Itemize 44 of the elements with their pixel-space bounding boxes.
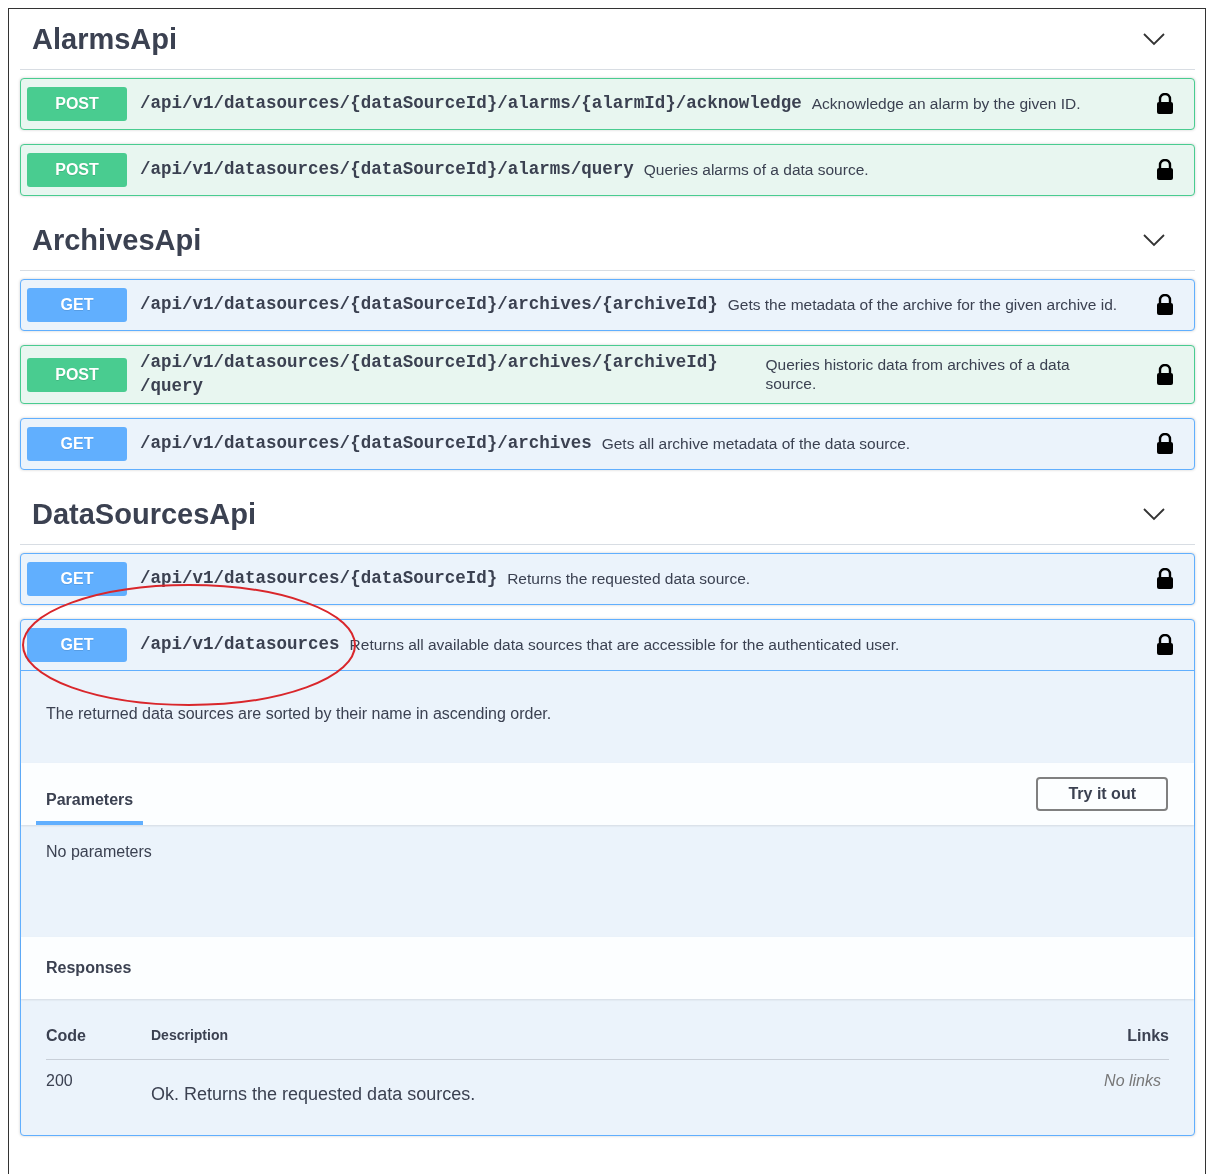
response-code: 200 <box>46 1072 74 1091</box>
lock-icon[interactable] <box>1156 294 1174 316</box>
endpoint-path[interactable]: /api/v1/datasources/{dataSourceId}/archives/{archiveId} <box>127 293 728 317</box>
section-title[interactable]: ArchivesApi <box>32 223 202 257</box>
endpoint-summary: Acknowledge an alarm by the given ID. <box>811 94 1082 114</box>
method-badge: GET <box>27 562 127 597</box>
endpoint-path[interactable]: /api/v1/datasources/{dataSourceId}/archives <box>127 432 602 457</box>
chevron-icon[interactable] <box>1143 233 1165 247</box>
section-title[interactable]: AlarmsApi <box>32 22 178 56</box>
endpoint-path[interactable]: /api/v1/datasources <box>127 633 350 658</box>
method-badge: POST <box>27 357 127 392</box>
column-header: Links <box>1126 1027 1169 1046</box>
no-parameters-text: No parameters <box>46 843 152 861</box>
endpoint-summary: Gets the metadata of the archive for the given archive id. <box>727 295 1119 315</box>
response-description: Ok. Returns the requested data sources. <box>151 1084 477 1106</box>
try-it-out-button[interactable]: Try it out <box>1036 777 1168 812</box>
lock-icon[interactable] <box>1156 568 1174 591</box>
endpoint-summary: Queries alarms of a data source. <box>643 160 870 180</box>
endpoint-path[interactable]: /api/v1/datasources/{dataSourceId} <box>127 567 508 592</box>
chevron-icon[interactable] <box>1143 32 1165 46</box>
endpoint-summary: Gets all archive metadata of the data source. <box>601 434 912 454</box>
chevron-icon[interactable] <box>1143 507 1165 521</box>
endpoint-path[interactable]: /api/v1/datasources/{dataSourceId}/alarms/{alarmId}/acknowledge <box>127 92 812 116</box>
method-badge: GET <box>27 288 127 322</box>
lock-icon[interactable] <box>1156 363 1174 386</box>
endpoint-summary: Queries historic data from archives of a data source. <box>765 356 1071 394</box>
parameters-tab[interactable]: Parameters <box>36 773 144 826</box>
endpoint-path[interactable]: /api/v1/datasources/{dataSourceId}/alarms/query <box>127 158 644 182</box>
endpoint-summary: Returns the requested data source. <box>507 569 752 589</box>
method-badge: POST <box>27 87 127 121</box>
lock-icon[interactable] <box>1156 159 1174 181</box>
lock-icon[interactable] <box>1156 93 1174 115</box>
column-header: Code <box>46 1027 87 1046</box>
response-links: No links <box>1103 1072 1162 1091</box>
method-badge: GET <box>27 628 127 663</box>
responses-title: Responses <box>46 959 132 978</box>
lock-icon[interactable] <box>1156 634 1174 657</box>
column-header: Description <box>151 1027 229 1044</box>
method-badge: POST <box>27 153 127 187</box>
operation-description: The returned data sources are sorted by their name in ascending order. <box>45 704 553 725</box>
method-badge: GET <box>27 427 127 462</box>
endpoint-path[interactable]: /api/v1/datasources/{dataSourceId}/archives/{archiveId}/query <box>127 351 766 399</box>
lock-icon[interactable] <box>1156 433 1174 456</box>
section-title[interactable]: DataSourcesApi <box>32 497 256 531</box>
